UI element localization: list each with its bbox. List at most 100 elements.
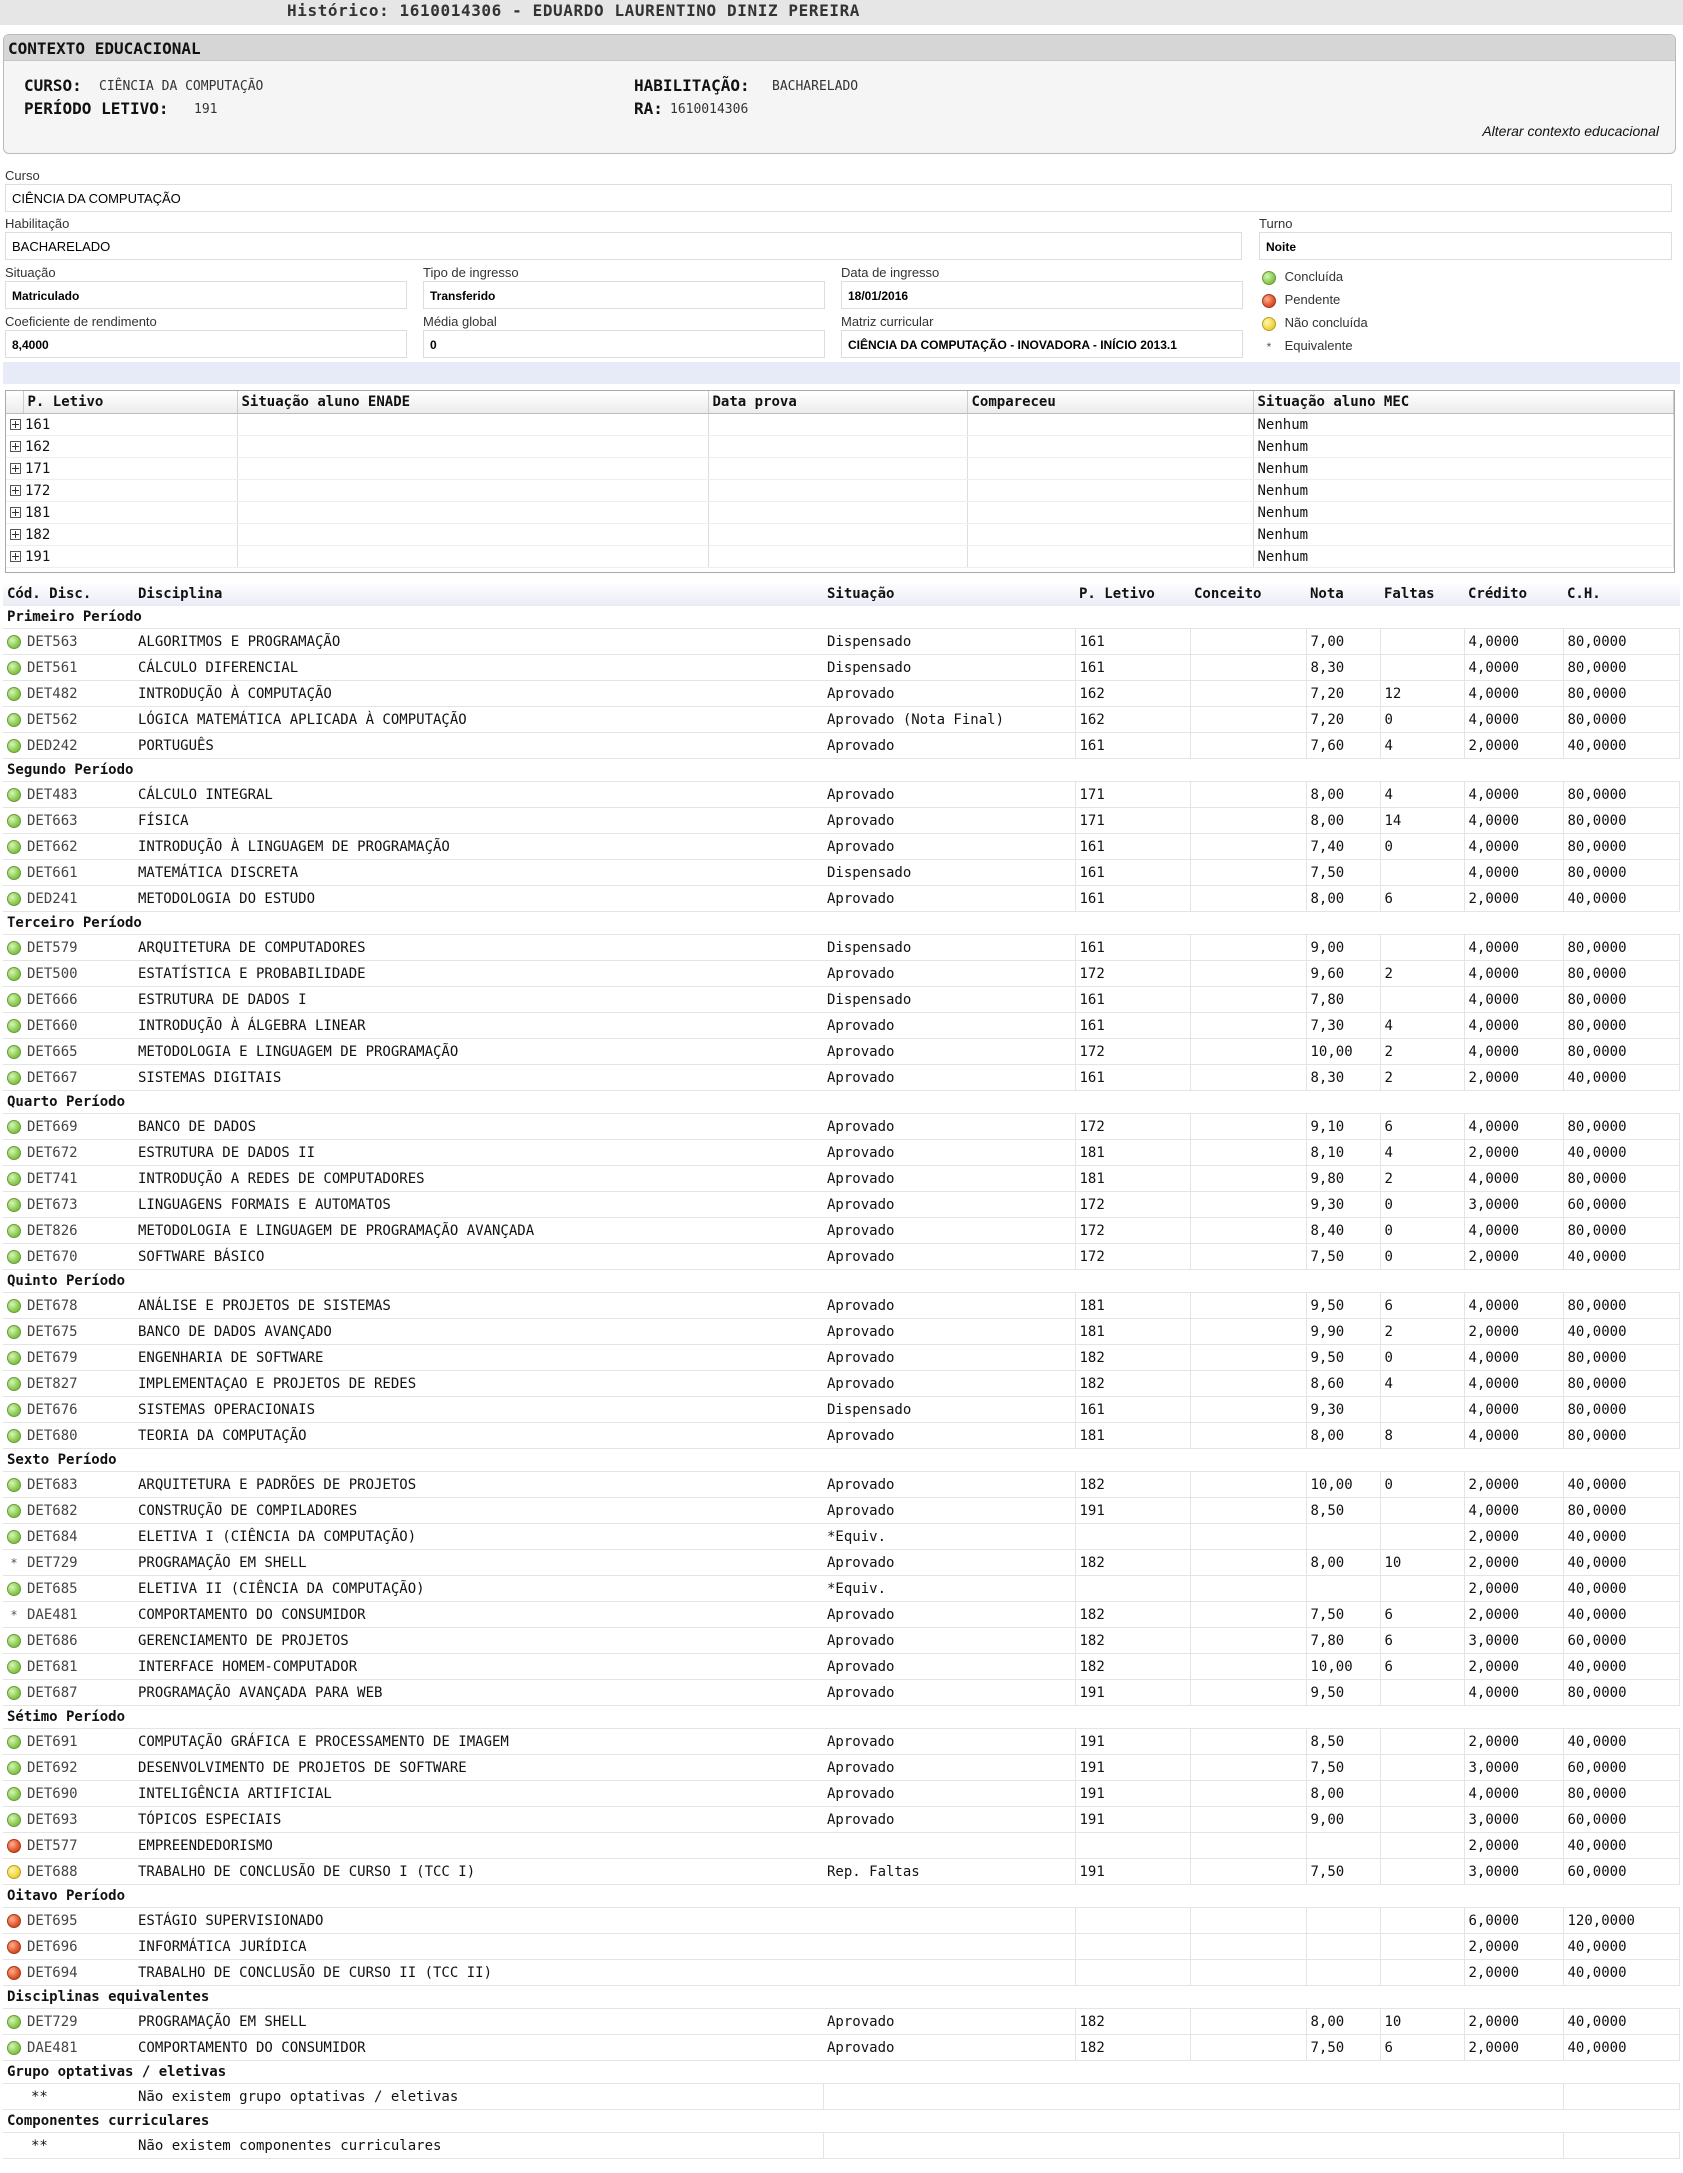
red-status-icon bbox=[7, 1838, 21, 1853]
discipline-row[interactable]: DET672 ESTRUTURA DE DADOS II Aprovado 181 8,… bbox=[3, 1139, 1680, 1166]
discipline-row[interactable]: DET826 METODOLOGIA E LINGUAGEM DE PROGRAM… bbox=[3, 1217, 1680, 1244]
expand-plus-icon[interactable] bbox=[10, 528, 21, 540]
expand-cell[interactable]: 181 bbox=[6, 501, 238, 524]
grades-header-cell[interactable]: Disciplina bbox=[134, 582, 823, 606]
expand-cell[interactable]: 182 bbox=[6, 523, 238, 546]
enade-cell: Nenhum bbox=[1253, 501, 1674, 524]
discipline-row[interactable]: DET500 ESTATÍSTICA E PROBABILIDADE Aprovad… bbox=[3, 960, 1680, 987]
discipline-row[interactable]: DET663 FÍSICA Aprovado 171 8,00 14 4,0000 80,00… bbox=[3, 807, 1680, 834]
expand-plus-icon[interactable] bbox=[10, 440, 21, 452]
enade-row[interactable]: 172 Nenhum bbox=[6, 479, 1674, 502]
grades-header-cell[interactable]: P. Letivo bbox=[1075, 582, 1190, 606]
ch-cell: 40,0000 bbox=[1563, 1653, 1680, 1680]
enade-header-cell[interactable]: Situação aluno ENADE bbox=[237, 391, 709, 414]
expand-plus-icon[interactable] bbox=[10, 550, 21, 562]
expand-cell[interactable]: 162 bbox=[6, 435, 238, 458]
enade-row[interactable]: 161 Nenhum bbox=[6, 413, 1674, 436]
enade-row[interactable]: 171 Nenhum bbox=[6, 457, 1674, 480]
grades-header-cell[interactable]: Nota bbox=[1306, 582, 1380, 606]
discipline-row[interactable]: DET563 ALGORITMOS E PROGRAMAÇÃO Dispensado… bbox=[3, 628, 1680, 655]
discipline-row[interactable]: DET688 TRABALHO DE CONCLUSÃO DE CURSO I (… bbox=[3, 1858, 1680, 1885]
discipline-row[interactable]: DET662 INTRODUÇÃO À LINGUAGEM DE PROGRAMA… bbox=[3, 833, 1680, 860]
enade-row[interactable]: 191 Nenhum bbox=[6, 545, 1674, 568]
discipline-row[interactable]: DET483 CÁLCULO INTEGRAL Aprovado 171 8,00 4 4,… bbox=[3, 781, 1680, 808]
alterar-contexto-link[interactable]: Alterar contexto educacional bbox=[1482, 123, 1659, 139]
discipline-row[interactable]: DET562 LÓGICA MATEMÁTICA APLICADA À COMPU… bbox=[3, 706, 1680, 733]
discipline-row[interactable]: DET693 TÓPICOS ESPECIAIS Aprovado 191 9,00 3,… bbox=[3, 1806, 1680, 1833]
grades-header-cell[interactable]: Cód. Disc. bbox=[3, 582, 134, 606]
credito-cell: 4,0000 bbox=[1464, 1679, 1564, 1706]
situacao-cell bbox=[823, 1933, 1076, 1960]
faltas-cell bbox=[1380, 1754, 1465, 1781]
periodo-cell bbox=[1075, 1907, 1191, 1934]
code-cell: DET675 bbox=[3, 1318, 134, 1345]
discipline-row[interactable]: DET676 SISTEMAS OPERACIONAIS Dispensado 161… bbox=[3, 1396, 1680, 1423]
enade-header-cell[interactable]: Data prova bbox=[708, 391, 968, 414]
enade-row[interactable]: 162 Nenhum bbox=[6, 435, 1674, 458]
discipline-name: INFORMÁTICA JURÍDICA bbox=[134, 1933, 823, 1960]
discipline-row[interactable]: DET482 INTRODUÇÃO À COMPUTAÇÃO Aprovado 162… bbox=[3, 680, 1680, 707]
discipline-row[interactable]: DET660 INTRODUÇÃO À ÁLGEBRA LINEAR Aprovad… bbox=[3, 1012, 1680, 1039]
grades-header-cell[interactable]: Faltas bbox=[1380, 582, 1464, 606]
discipline-row[interactable]: DET687 PROGRAMAÇÃO AVANÇADA PARA WEB Aprov… bbox=[3, 1679, 1680, 1706]
nota-cell: 8,60 bbox=[1306, 1370, 1381, 1397]
discipline-row[interactable]: DET670 SOFTWARE BÁSICO Aprovado 172 7,50 0 2,0… bbox=[3, 1243, 1680, 1270]
discipline-row[interactable]: DET741 INTRODUÇÃO A REDES DE COMPUTADORES… bbox=[3, 1165, 1680, 1192]
discipline-row[interactable]: DET681 INTERFACE HOMEM-COMPUTADOR Aprovado… bbox=[3, 1653, 1680, 1680]
discipline-row[interactable]: DET679 ENGENHARIA DE SOFTWARE Aprovado 182 9… bbox=[3, 1344, 1680, 1371]
expand-plus-icon[interactable] bbox=[10, 506, 21, 518]
discipline-row[interactable]: DET694 TRABALHO DE CONCLUSÃO DE CURSO II … bbox=[3, 1959, 1680, 1986]
discipline-row[interactable]: DET673 LINGUAGENS FORMAIS E AUTOMATOS Apro… bbox=[3, 1191, 1680, 1218]
expand-cell[interactable]: 161 bbox=[6, 413, 238, 436]
discipline-row[interactable]: DET729 PROGRAMAÇÃO EM SHELL Aprovado 182 8,0… bbox=[3, 2008, 1680, 2035]
periodo-cell bbox=[1075, 1933, 1191, 1960]
discipline-code: DET692 bbox=[27, 1759, 78, 1776]
discipline-row[interactable]: DET678 ANÁLISE E PROJETOS DE SISTEMAS Apro… bbox=[3, 1292, 1680, 1319]
discipline-row[interactable]: DET577 EMPREENDEDORISMO 2,0000 40,0000 bbox=[3, 1832, 1680, 1859]
discipline-row[interactable]: * DET729 PROGRAMAÇÃO EM SHELL Aprovado 182 8,… bbox=[3, 1549, 1680, 1576]
discipline-row[interactable]: DET685 ELETIVA II (CIÊNCIA DA COMPUTAÇÃO)… bbox=[3, 1575, 1680, 1602]
grades-header-cell[interactable]: Crédito bbox=[1464, 582, 1563, 606]
expand-cell[interactable]: 171 bbox=[6, 457, 238, 480]
discipline-row[interactable]: DET667 SISTEMAS DIGITAIS Aprovado 161 8,30 2 2… bbox=[3, 1064, 1680, 1091]
discipline-code: DAE481 bbox=[27, 1606, 78, 1623]
empty-fill bbox=[1563, 2132, 1680, 2159]
discipline-row[interactable]: DET579 ARQUITETURA DE COMPUTADORES Dispens… bbox=[3, 934, 1680, 961]
discipline-row[interactable]: DET695 ESTÁGIO SUPERVISIONADO 6,0000 120,00… bbox=[3, 1907, 1680, 1934]
discipline-row[interactable]: DET665 METODOLOGIA E LINGUAGEM DE PROGRAM… bbox=[3, 1038, 1680, 1065]
discipline-row[interactable]: DET675 BANCO DE DADOS AVANÇADO Aprovado 181… bbox=[3, 1318, 1680, 1345]
discipline-row[interactable]: DED241 METODOLOGIA DO ESTUDO Aprovado 161 8,… bbox=[3, 885, 1680, 912]
discipline-row[interactable]: DET683 ARQUITETURA E PADRÕES DE PROJETOS A… bbox=[3, 1471, 1680, 1498]
discipline-row[interactable]: DET692 DESENVOLVIMENTO DE PROJETOS DE SOF… bbox=[3, 1754, 1680, 1781]
expand-cell[interactable]: 191 bbox=[6, 545, 238, 568]
discipline-row[interactable]: DED242 PORTUGUÊS Aprovado 161 7,60 4 2,0000 40,… bbox=[3, 732, 1680, 759]
enade-header-cell[interactable]: Situação aluno MEC bbox=[1253, 391, 1674, 414]
enade-periodo: 162 bbox=[25, 438, 51, 455]
enade-header-cell[interactable]: Compareceu bbox=[967, 391, 1254, 414]
grades-header-cell[interactable]: Conceito bbox=[1190, 582, 1306, 606]
expand-plus-icon[interactable] bbox=[10, 418, 21, 430]
expand-plus-icon[interactable] bbox=[10, 462, 21, 474]
discipline-row[interactable]: DET696 INFORMÁTICA JURÍDICA 2,0000 40,0000 bbox=[3, 1933, 1680, 1960]
enade-header-cell[interactable]: P. Letivo bbox=[23, 391, 238, 414]
discipline-row[interactable]: DET684 ELETIVA I (CIÊNCIA DA COMPUTAÇÃO) *… bbox=[3, 1523, 1680, 1550]
discipline-row[interactable]: DET690 INTELIGÊNCIA ARTIFICIAL Aprovado 191… bbox=[3, 1780, 1680, 1807]
enade-row[interactable]: 182 Nenhum bbox=[6, 523, 1674, 546]
discipline-row[interactable]: DAE481 COMPORTAMENTO DO CONSUMIDOR Aprovad… bbox=[3, 2034, 1680, 2061]
expand-cell[interactable]: 172 bbox=[6, 479, 238, 502]
discipline-row[interactable]: * DAE481 COMPORTAMENTO DO CONSUMIDOR Aprova… bbox=[3, 1601, 1680, 1628]
discipline-row[interactable]: DET827 IMPLEMENTAÇAO E PROJETOS DE REDES A… bbox=[3, 1370, 1680, 1397]
expand-plus-icon[interactable] bbox=[10, 484, 21, 496]
discipline-row[interactable]: DET561 CÁLCULO DIFERENCIAL Dispensado 161 8,… bbox=[3, 654, 1680, 681]
discipline-row[interactable]: DET661 MATEMÁTICA DISCRETA Dispensado 161 7,… bbox=[3, 859, 1680, 886]
discipline-row[interactable]: DET686 GERENCIAMENTO DE PROJETOS Aprovado 1… bbox=[3, 1627, 1680, 1654]
discipline-row[interactable]: DET666 ESTRUTURA DE DADOS I Dispensado 161 7… bbox=[3, 986, 1680, 1013]
discipline-row[interactable]: DET680 TEORIA DA COMPUTAÇÃO Aprovado 181 8,0… bbox=[3, 1422, 1680, 1449]
grades-header-cell[interactable]: C.H. bbox=[1563, 582, 1680, 606]
grades-header-cell[interactable]: Situação bbox=[823, 582, 1075, 606]
discipline-row[interactable]: DET669 BANCO DE DADOS Aprovado 172 9,10 6 4,00… bbox=[3, 1113, 1680, 1140]
discipline-row[interactable]: DET691 COMPUTAÇÃO GRÁFICA E PROCESSAMENTO… bbox=[3, 1728, 1680, 1755]
enade-row[interactable]: 181 Nenhum bbox=[6, 501, 1674, 524]
discipline-row[interactable]: DET682 CONSTRUÇÃO DE COMPILADORES Aprovado… bbox=[3, 1497, 1680, 1524]
discipline-code: DET665 bbox=[27, 1043, 78, 1060]
